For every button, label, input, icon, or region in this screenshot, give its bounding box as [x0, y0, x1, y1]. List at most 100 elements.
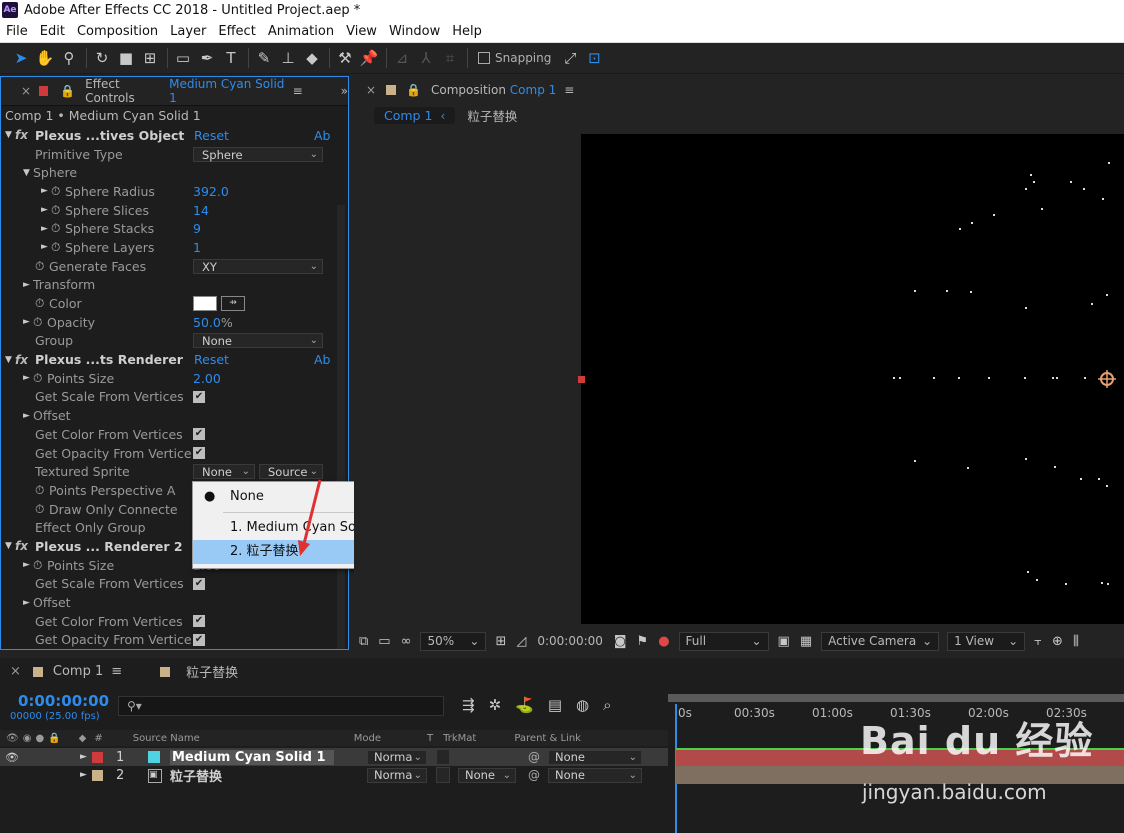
property-row-get-scale-from-vertices[interactable]: Get Scale From Vertices ✔ [1, 388, 348, 407]
rectangle-tool-icon[interactable]: ▭ [172, 47, 194, 69]
fast-preview-icon[interactable]: ⫼ [1073, 634, 1079, 649]
property-row-get-color-from-vertices[interactable]: Get Color From Vertices ✔ [1, 612, 348, 631]
disclosure-icon[interactable]: ► [41, 242, 51, 252]
disclosure-icon[interactable]: ► [23, 560, 33, 570]
motion-blur-icon[interactable]: ◍ [576, 696, 589, 714]
camera-tool-icon[interactable]: ■ [115, 47, 137, 69]
parent-dropdown[interactable]: None ⌄ [548, 749, 642, 765]
pan-behind-tool-icon[interactable]: ⊞ [139, 47, 161, 69]
stopwatch-icon[interactable]: ⏱ [51, 184, 65, 199]
property-value[interactable]: 392.0 [193, 184, 229, 199]
property-value[interactable]: 50.0% [193, 315, 233, 330]
disclosure-icon[interactable]: ► [23, 411, 33, 421]
property-dropdown[interactable]: Sphere ⌄ [193, 146, 323, 162]
puppet-pin-tool-icon[interactable]: 📌 [358, 47, 380, 69]
parent-header[interactable]: Parent & Link [514, 733, 581, 744]
crosshair-anchor-icon[interactable] [1097, 369, 1117, 389]
property-row-offset[interactable]: ► Offset [1, 406, 348, 425]
property-row-generate-faces[interactable]: ⏱ Generate Faces XY ⌄ [1, 257, 348, 276]
snap-feature-icon[interactable]: ⊡ [583, 47, 605, 69]
layer-name[interactable]: 粒子替换 [170, 766, 222, 785]
disclosure-icon[interactable]: ► [80, 770, 87, 780]
expand-panels-icon[interactable]: » [341, 84, 348, 98]
view-axis-icon[interactable]: ⌗ [439, 47, 461, 69]
reset-link[interactable]: Reset [194, 128, 229, 143]
pick-whip-icon[interactable]: @ [528, 768, 540, 782]
reset-exposure-icon[interactable]: ⊕ [1052, 634, 1063, 649]
trkmat-dropdown[interactable]: None ⌄ [458, 767, 516, 783]
composition-tab[interactable]: × 🔒 Composition Comp 1 ≡ [354, 76, 1124, 104]
parent-dropdown[interactable]: None ⌄ [548, 767, 642, 783]
audio-icon[interactable]: ◉ [23, 733, 32, 744]
property-row-plexus-ts-renderer[interactable]: ▼ fx Plexus ...ts Renderer Reset Ab [1, 350, 348, 369]
disclosure-icon[interactable]: ► [23, 280, 33, 290]
pen-tool-icon[interactable]: ✒ [196, 47, 218, 69]
preserve-transparency-box[interactable] [436, 767, 450, 783]
property-row-get-opacity-from-vertice[interactable]: Get Opacity From Vertice ✔ [1, 444, 348, 463]
label-color-icon[interactable] [92, 769, 103, 781]
property-row-get-opacity-from-vertice[interactable]: Get Opacity From Vertice ✔ [1, 631, 348, 649]
snapshot-icon[interactable]: ◙ [614, 634, 627, 649]
disclosure-icon[interactable]: ▼ [5, 541, 15, 551]
zoom-tool-icon[interactable]: ⚲ [58, 47, 80, 69]
snapping-checkbox[interactable] [478, 52, 490, 64]
vr-icon[interactable]: ∞ [401, 634, 412, 649]
frame-blending-icon[interactable]: ▤ [548, 696, 562, 714]
flow-active-comp[interactable]: Comp 1 ‹ [374, 106, 456, 124]
disclosure-icon[interactable]: ► [41, 186, 51, 196]
panel-menu-icon[interactable]: ≡ [564, 83, 574, 97]
hand-tool-icon[interactable]: ✋ [34, 47, 56, 69]
about-link[interactable]: Ab [314, 352, 331, 367]
world-axis-icon[interactable]: ⅄ [415, 47, 437, 69]
stopwatch-icon[interactable]: ⏱ [33, 371, 47, 386]
color-swatch[interactable] [193, 296, 217, 312]
layer-name[interactable]: Medium Cyan Solid 1 [170, 749, 334, 765]
mode-header[interactable]: Mode [354, 733, 381, 744]
disclosure-icon[interactable]: ► [23, 317, 33, 327]
close-icon[interactable]: × [10, 664, 21, 679]
close-icon[interactable]: × [366, 83, 376, 97]
property-row-sphere-slices[interactable]: ► ⏱ Sphere Slices 14 [1, 201, 348, 220]
flow-next-comp[interactable]: 粒子替换 [467, 106, 517, 125]
property-value[interactable]: 2.00 [193, 371, 221, 386]
zoom-dropdown[interactable]: 50% ⌄ [420, 631, 487, 651]
timeline-tab-particle[interactable]: 粒子替换 [186, 662, 238, 681]
layer-row[interactable]: ► 2 ▣ 粒子替换 Norma ⌄ None ⌄ @ None ⌄ [0, 766, 668, 785]
viewer-timecode[interactable]: 0:00:00:00 [537, 634, 603, 648]
property-row-transform[interactable]: ► Transform [1, 276, 348, 295]
menu-edit[interactable]: Edit [40, 24, 65, 39]
sprite-layer-dropdown[interactable]: None ⌄ [193, 464, 255, 480]
visibility-icon[interactable]: 👁 [6, 733, 19, 744]
checkbox[interactable]: ✔ [193, 633, 205, 646]
stopwatch-icon[interactable]: ⏱ [35, 502, 49, 517]
draft-3d-icon[interactable]: ✲ [489, 696, 502, 714]
roto-brush-tool-icon[interactable]: ⚒ [334, 47, 356, 69]
property-row-sphere-radius[interactable]: ► ⏱ Sphere Radius 392.0 [1, 182, 348, 201]
source-name-header[interactable]: Source Name [133, 733, 200, 744]
property-row-points-size[interactable]: ►⏱Points Size 2.00 [1, 369, 348, 388]
close-icon[interactable]: × [21, 84, 31, 98]
resolution-dropdown[interactable]: Full ⌄ [678, 631, 769, 651]
menu-composition[interactable]: Composition [77, 24, 158, 39]
property-row-sphere[interactable]: ▼ Sphere [1, 163, 348, 182]
trkmat-dropdown[interactable] [458, 750, 516, 765]
lock-icon[interactable]: 🔒 [406, 83, 421, 97]
disclosure-icon[interactable]: ▼ [5, 355, 15, 365]
show-snapshot-icon[interactable]: ⚑ [637, 634, 649, 649]
menu-help[interactable]: Help [452, 24, 482, 39]
region-icon[interactable]: ◿ [516, 634, 526, 649]
stopwatch-icon[interactable]: ⏱ [35, 483, 49, 498]
rotate-tool-icon[interactable]: ↻ [91, 47, 113, 69]
views-dropdown[interactable]: 1 View ⌄ [947, 631, 1026, 651]
preserve-transparency-box[interactable] [436, 749, 450, 765]
stopwatch-icon[interactable]: ⏱ [51, 240, 65, 255]
property-row-get-scale-from-vertices[interactable]: Get Scale From Vertices ✔ [1, 575, 348, 594]
property-row-plexus-tives-object[interactable]: ▼ fx Plexus ...tives Object Reset Ab [1, 126, 348, 145]
property-row-sphere-stacks[interactable]: ► ⏱ Sphere Stacks 9 [1, 219, 348, 238]
pick-whip-icon[interactable]: @ [528, 750, 540, 764]
graph-editor-icon[interactable]: ⌕ [603, 696, 611, 714]
selection-tool-icon[interactable]: ➤ [10, 47, 32, 69]
property-row-get-color-from-vertices[interactable]: Get Color From Vertices ✔ [1, 425, 348, 444]
menu-view[interactable]: View [346, 24, 377, 39]
checkbox[interactable]: ✔ [193, 615, 205, 628]
